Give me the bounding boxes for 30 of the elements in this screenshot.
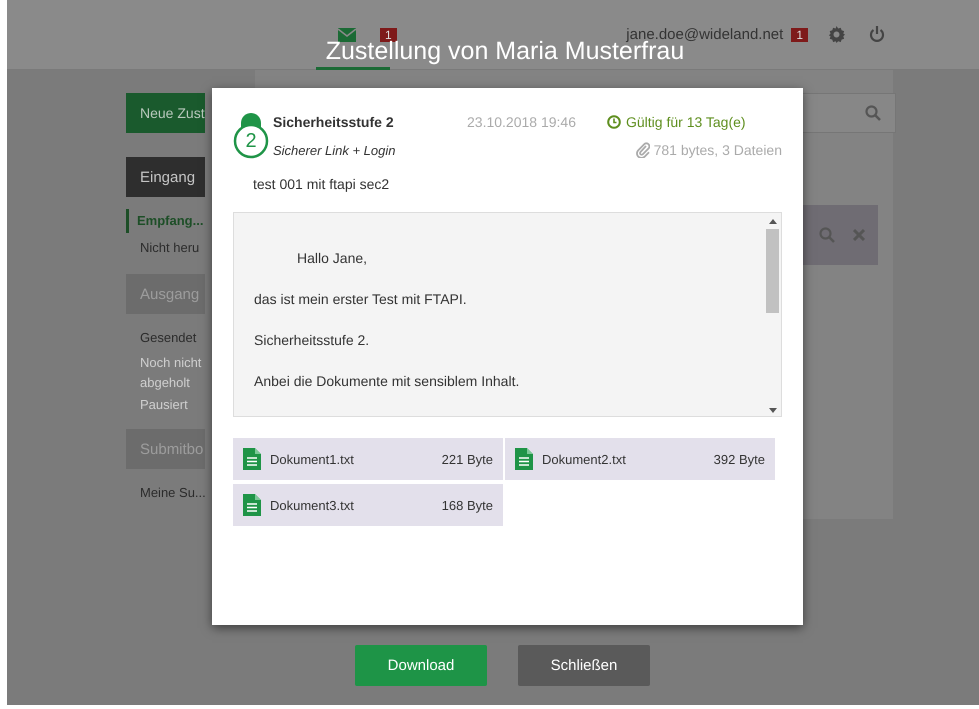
message-paragraph: Hallo Jane, [296,250,368,267]
sidebar-item[interactable]: Gesendet [126,326,196,350]
date-label: 23.10.2018 19:46 [467,114,577,130]
security-level: 2 [244,130,258,152]
count-badge: 1 [380,28,397,42]
file-size: 168 Byte [442,498,493,512]
attachments-summary: 781 bytes, 3 Dateien [654,142,782,158]
message-subject: test 001 mit ftapi sec2 [252,176,390,192]
file-name: Dokument2.txt [542,452,626,466]
file-name: Dokument3.txt [270,498,354,512]
file-item[interactable]: Dokument3.txt 168 Byte [233,484,503,526]
message-paragraph: das ist mein erster Test mit FTAPI. [254,291,468,308]
message-paragraph: Sicherheitsstufe 2. [254,332,370,349]
file-size: 392 Byte [714,452,765,466]
new-delivery-button[interactable]: Neue Zust [126,93,205,133]
count-badge: 1 [791,28,808,42]
security-method: Sicherer Link + Login [273,142,396,158]
file-size: 221 Byte [442,452,493,466]
section-header[interactable]: Eingang [126,157,205,197]
security-title: Sicherheitsstufe 2 [273,114,395,130]
sidebar-item[interactable]: Empfang... [126,209,204,233]
file-item[interactable]: Dokument2.txt 392 Byte [505,438,775,480]
validity-label: Gültig für 13 Tag(e) [626,114,746,130]
file-item[interactable]: Dokument1.txt 221 Byte [233,438,503,480]
sidebar-item[interactable]: Meine Su... [126,481,205,505]
close-button[interactable]: Schließen [518,645,650,686]
sidebar-item[interactable]: Nicht heru [126,236,200,260]
download-button[interactable]: Download [355,645,487,686]
message-paragraph: Anbei die Dokumente mit sensiblem Inhalt. [254,373,520,390]
file-name: Dokument1.txt [270,452,354,466]
